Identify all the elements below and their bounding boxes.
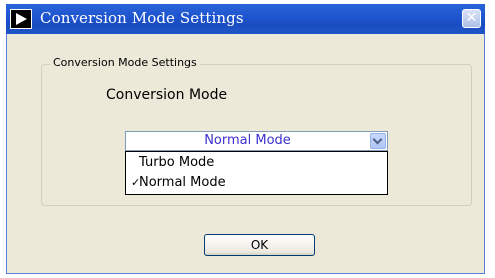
selected-mode-value: Normal Mode [204, 133, 291, 148]
dialog-body: Conversion Mode Settings Conversion Mode… [11, 34, 480, 270]
ok-button[interactable]: OK [204, 234, 315, 256]
title-bar[interactable]: Conversion Mode Settings ✕ [6, 4, 485, 34]
option-normal-mode[interactable]: ✓ Normal Mode [126, 173, 387, 193]
conversion-mode-label: Conversion Mode [106, 87, 228, 103]
option-turbo-mode[interactable]: Turbo Mode [126, 153, 387, 173]
group-label: Conversion Mode Settings [50, 56, 200, 69]
option-label: Normal Mode [139, 175, 226, 190]
mode-dropdown-list: Turbo Mode ✓ Normal Mode [125, 151, 388, 195]
option-label: Turbo Mode [139, 155, 215, 170]
chevron-down-icon[interactable] [370, 133, 386, 149]
close-icon[interactable]: ✕ [462, 9, 481, 28]
conversion-mode-select[interactable]: Normal Mode [125, 131, 388, 151]
play-arrow-icon [10, 9, 32, 29]
window-title: Conversion Mode Settings [40, 9, 244, 27]
